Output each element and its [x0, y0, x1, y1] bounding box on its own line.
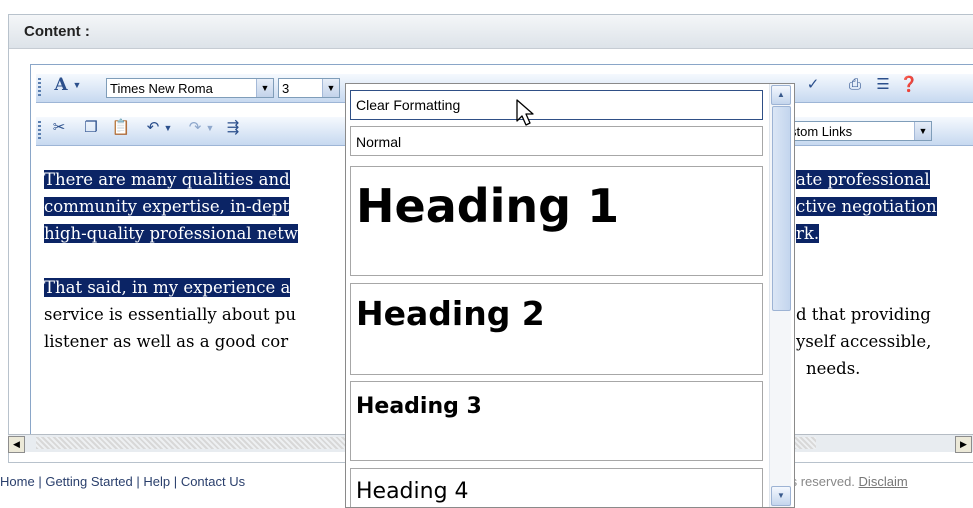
scroll-left-icon[interactable]: ◀: [8, 436, 25, 453]
cut-icon[interactable]: ✂: [48, 117, 70, 139]
footer-separator: |: [136, 474, 140, 489]
copy-icon[interactable]: ❐: [80, 117, 102, 139]
font-size-select[interactable]: 3 ▼: [278, 78, 340, 98]
style-option-label: Heading 4: [356, 479, 469, 504]
scroll-up-icon[interactable]: ▲: [771, 85, 791, 105]
style-option-label: Clear Formatting: [356, 97, 461, 113]
paragraph-text: There are many qualities and: [44, 170, 290, 189]
paste-icon[interactable]: 📋: [110, 117, 132, 139]
custom-links-select[interactable]: stom Links ▼: [786, 121, 932, 141]
footer-separator: |: [173, 474, 178, 489]
footer-copyright: ts reserved. Disclaim: [787, 474, 908, 489]
content-panel-header: Content :: [9, 15, 973, 49]
style-option-normal[interactable]: Normal: [350, 126, 763, 156]
scroll-right-icon[interactable]: ▶: [955, 436, 972, 453]
chevron-down-icon[interactable]: ▼: [322, 79, 339, 97]
style-option-label: Heading 3: [356, 394, 482, 419]
paragraph-text: rk.: [796, 224, 820, 243]
chevron-down-icon[interactable]: ▼: [162, 117, 174, 139]
undo-icon[interactable]: ↶: [142, 117, 164, 139]
paragraph-text: ctive negotiation: [796, 197, 937, 216]
toolbar-grip[interactable]: [38, 121, 41, 141]
footer-separator: |: [38, 474, 42, 489]
help-icon[interactable]: ❓: [898, 74, 920, 96]
print-icon[interactable]: ⎙: [844, 74, 866, 96]
style-option-label: Normal: [356, 134, 402, 150]
style-option-heading-3[interactable]: Heading 3: [350, 381, 763, 461]
paragraph-text: community expertise, in-dept: [44, 197, 290, 216]
paragraph-text: high-quality professional netw: [44, 224, 298, 243]
scroll-thumb[interactable]: [772, 106, 791, 311]
paragraph-text: That said, in my experience a: [44, 278, 291, 297]
style-option-clear-formatting[interactable]: Clear Formatting: [350, 90, 763, 120]
style-option-heading-1[interactable]: Heading 1: [350, 166, 763, 276]
style-option-heading-4[interactable]: Heading 4: [350, 468, 763, 507]
style-option-label: Heading 1: [356, 179, 620, 233]
style-option-label: Heading 2: [356, 294, 545, 333]
paragraph-text: d that providing: [796, 305, 931, 324]
paragraph-text: service is essentially about pu: [44, 305, 296, 324]
footer-link-disclaimer[interactable]: Disclaim: [859, 474, 908, 489]
font-size-value: 3: [282, 81, 290, 96]
vertical-scrollbar[interactable]: ▲ ▼: [769, 84, 791, 507]
footer-rights-text: ts reserved.: [787, 474, 855, 489]
style-option-heading-2[interactable]: Heading 2: [350, 283, 763, 375]
font-name-value: Times New Roma: [110, 81, 213, 96]
content-panel-title: Content :: [24, 23, 90, 40]
footer-link-help[interactable]: Help: [143, 474, 170, 489]
font-color-icon[interactable]: A: [50, 74, 72, 96]
paragraph-text: needs.: [806, 359, 861, 378]
footer-link-contact-us[interactable]: Contact Us: [181, 474, 245, 489]
mouse-cursor-icon: [516, 99, 534, 126]
redo-icon[interactable]: ↷: [184, 117, 206, 139]
indent-icon[interactable]: ⇶: [222, 117, 244, 139]
chevron-down-icon[interactable]: ▼: [204, 117, 216, 139]
paragraph-text: listener as well as a good cor: [44, 332, 289, 351]
chevron-down-icon[interactable]: ▼: [914, 122, 931, 140]
footer-link-home[interactable]: Home: [0, 474, 35, 489]
toolbar-grip[interactable]: [38, 78, 41, 98]
spellcheck-icon[interactable]: ✓: [802, 74, 824, 96]
paragraph-style-dropdown[interactable]: Clear Formatting Normal Heading 1 Headin…: [345, 83, 795, 508]
scroll-down-icon[interactable]: ▼: [771, 486, 791, 506]
font-name-select[interactable]: Times New Roma ▼: [106, 78, 274, 98]
list-icon[interactable]: ☰: [872, 74, 894, 96]
chevron-down-icon[interactable]: ▼: [256, 79, 273, 97]
paragraph-text: ate professional: [796, 170, 930, 189]
custom-links-value: stom Links: [790, 124, 853, 139]
chevron-down-icon[interactable]: ▼: [70, 74, 84, 96]
paragraph-text: yself accessible,: [796, 332, 932, 351]
footer-link-getting-started[interactable]: Getting Started: [45, 474, 132, 489]
